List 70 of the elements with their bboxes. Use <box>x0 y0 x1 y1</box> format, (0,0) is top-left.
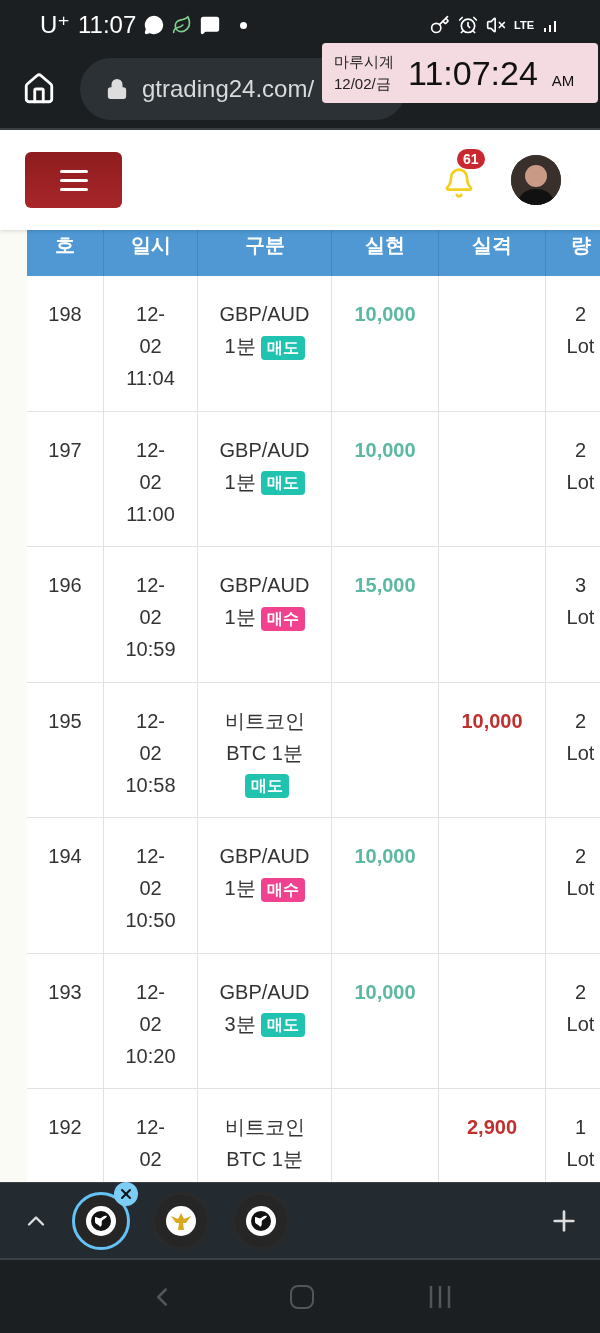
lot-size: 2 Lot <box>565 437 596 495</box>
row-number: 195 <box>48 708 82 734</box>
profit-amount: 10,000 <box>354 979 416 1005</box>
menu-button[interactable] <box>25 152 122 208</box>
trade-date: 12-02 <box>135 979 166 1037</box>
column-header: 구분 <box>198 230 332 276</box>
loss-amount: 10,000 <box>461 708 523 734</box>
lot-size: 2 Lot <box>565 979 596 1037</box>
browser-tab[interactable] <box>72 1191 130 1250</box>
trade-date: 12-02 <box>135 573 166 630</box>
notification-dot-icon <box>240 21 248 29</box>
column-header: 실현 <box>332 230 439 276</box>
row-number: 193 <box>48 979 82 1005</box>
trade-type: 비트코인 BTC 1분 매도 <box>211 704 318 801</box>
globe-icon <box>250 1209 272 1232</box>
alarm-icon <box>458 15 479 35</box>
avatar[interactable] <box>511 155 561 205</box>
column-header: 실격 <box>439 230 546 276</box>
trade-date: 12-02 <box>135 302 166 359</box>
lot-size: 2 Lot <box>565 844 596 901</box>
key-icon <box>430 15 451 35</box>
mute-icon <box>486 15 507 35</box>
row-number: 196 <box>48 573 82 598</box>
chat-bubble-icon <box>144 15 165 35</box>
message-icon <box>200 15 221 35</box>
column-header: 량 <box>546 230 600 276</box>
trade-date: 12-02 <box>135 844 166 901</box>
trade-time: 10:58 <box>125 772 176 798</box>
network-type: LTE <box>514 19 534 31</box>
row-number: 194 <box>48 844 82 869</box>
clock-meridiem: AM <box>551 72 575 89</box>
trade-type: GBP/AUD 1분 매수 <box>211 840 318 904</box>
trade-date: 12-02 <box>135 708 166 766</box>
column-header: 호 <box>27 230 104 276</box>
trade-type: GBP/AUD 1분 매도 <box>211 298 318 362</box>
trade-type: GBP/AUD 3분 매도 <box>211 975 318 1040</box>
trade-time: 11:00 <box>126 501 175 527</box>
trade-time: 11:04 <box>126 366 175 391</box>
url-text: gtrading24.com/ <box>142 75 315 103</box>
leaf-icon <box>172 15 193 35</box>
trade-type: 비트코인 BTC 1분 <box>223 1115 306 1172</box>
clock-time: 11:07:24 <box>408 53 538 93</box>
lot-size: 2 Lot <box>565 708 596 766</box>
lot-size: 2 Lot <box>565 302 596 359</box>
trade-date: 12-02 <box>135 1115 166 1172</box>
row-number: 197 <box>48 437 82 463</box>
lot-size: 1 Lot <box>565 1115 596 1172</box>
profit-amount: 10,000 <box>354 302 416 327</box>
carrier-label: U⁺ <box>40 11 70 39</box>
clock-date: 12/02/금 <box>334 74 392 94</box>
trade-time: 10:59 <box>125 637 176 662</box>
trade-time: 10:50 <box>125 908 176 933</box>
bell-icon[interactable] <box>443 167 475 199</box>
notification-count: 61 <box>457 149 485 169</box>
trade-time: 10:20 <box>125 1043 176 1069</box>
status-time: 11:07 <box>78 11 137 39</box>
profit-amount: 10,000 <box>354 844 416 869</box>
loss-amount: 2,900 <box>466 1115 518 1140</box>
profit-amount: 10,000 <box>354 437 416 463</box>
row-number: 198 <box>48 302 82 327</box>
row-number: 192 <box>48 1115 82 1140</box>
lot-size: 3 Lot <box>565 573 596 630</box>
trade-type: GBP/AUD 1분 매도 <box>211 433 318 498</box>
column-header: 일시 <box>104 230 198 276</box>
trade-date: 12-02 <box>135 437 166 495</box>
profit-amount: 15,000 <box>354 573 416 598</box>
lock-icon <box>106 78 128 100</box>
home-icon[interactable] <box>22 72 56 106</box>
trade-type: GBP/AUD 1분 매수 <box>211 569 318 633</box>
globe-icon <box>90 1209 112 1232</box>
